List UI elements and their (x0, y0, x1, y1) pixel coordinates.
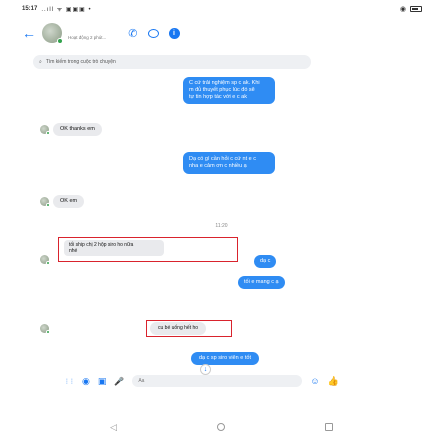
message-timestamp: 11:20 (215, 223, 228, 229)
message-incoming[interactable]: OK thanks em (53, 123, 102, 136)
search-icon: ⌕ (39, 59, 42, 65)
message-outgoing[interactable]: dạ c (254, 255, 277, 268)
online-dot (57, 38, 63, 44)
signal-indicators: ..ıll ᯤ ▣▣▣ • (41, 7, 92, 13)
status-right: ◉ (400, 5, 422, 13)
info-icon[interactable]: i (168, 27, 180, 39)
composer-bar: ⋮⋮ ◉ ▣ 🎤 Aa ☺ 👍 (64, 372, 394, 390)
phone-call-icon[interactable]: ✆ (128, 27, 137, 40)
message-text: dạ c (260, 258, 271, 264)
contact-avatar-small[interactable] (40, 255, 50, 265)
camera-icon[interactable]: ◉ (82, 376, 90, 387)
message-line: C cứ trải nghiệm sp c ak. Khi (189, 80, 260, 86)
video-call-icon[interactable] (147, 28, 159, 38)
message-line: tự tin hợp tác với e c ak (189, 94, 247, 100)
message-line: m đủ thuyết phục lúc đó sẽ (189, 87, 255, 93)
search-in-conversation[interactable]: ⌕ Tìm kiếm trong cuộc trò chuyện (33, 55, 311, 69)
message-input[interactable]: Aa (132, 375, 303, 387)
message-input-placeholder: Aa (138, 378, 145, 384)
message-text: dạ c sp siro viên e tốt (199, 355, 251, 361)
message-outgoing[interactable]: tối e mang c ạ (238, 276, 285, 289)
online-dot (46, 330, 50, 334)
message-text: cu bé uống hết ho (158, 325, 199, 331)
nav-back-icon[interactable]: ◁ (110, 422, 117, 433)
online-dot (46, 131, 50, 135)
online-dot (46, 261, 50, 265)
message-text: OK thanks em (60, 126, 95, 132)
message-line: nhé (69, 248, 78, 254)
search-placeholder: Tìm kiếm trong cuộc trò chuyện (45, 59, 116, 65)
contact-avatar-small[interactable] (40, 324, 50, 334)
message-incoming[interactable]: cu bé uống hết ho (150, 322, 207, 335)
messenger-screen: 15:17 ..ıll ᯤ ▣▣▣ • ◉ ← Hoạt động 2 phút… (0, 0, 443, 443)
like-icon[interactable]: 👍 (328, 376, 339, 387)
contact-info[interactable]: Hoạt động 2 phút... (68, 27, 106, 40)
battery-icon (410, 6, 422, 12)
contact-avatar-small[interactable] (40, 197, 50, 207)
message-line: Dạ có gì cần hỏi c cứ nt e c (189, 156, 256, 162)
message-outgoing[interactable]: Dạ có gì cần hỏi c cứ nt e c nha e cảm ơ… (183, 152, 275, 174)
contact-status: Hoạt động 2 phút... (68, 34, 107, 40)
message-incoming[interactable]: tối ship chị 2 hộp siro ho nữa nhé (64, 240, 164, 256)
emoji-icon[interactable]: ☺ (310, 376, 319, 386)
chat-header: ← Hoạt động 2 phút... ✆ i (22, 20, 422, 46)
more-apps-icon[interactable]: ⋮⋮ (64, 378, 75, 385)
nav-home-icon[interactable] (216, 423, 225, 431)
eye-icon: ◉ (399, 6, 406, 13)
contact-avatar[interactable] (42, 23, 63, 44)
back-arrow-icon[interactable]: ← (22, 25, 38, 41)
message-incoming[interactable]: OK em (53, 195, 85, 208)
message-text: OK em (60, 198, 78, 204)
microphone-icon[interactable]: 🎤 (114, 377, 124, 386)
status-bar: 15:17 ..ıll ᯤ ▣▣▣ • ◉ (22, 2, 422, 16)
online-dot (46, 203, 50, 207)
message-text: tối e mang c ạ (244, 279, 279, 285)
contact-avatar-small[interactable] (40, 125, 50, 135)
nav-recents-icon[interactable] (324, 423, 333, 431)
system-nav-bar: ◁ (0, 420, 443, 434)
status-time: 15:17 (22, 6, 38, 12)
image-icon[interactable]: ▣ (98, 376, 107, 387)
message-outgoing[interactable]: C cứ trải nghiệm sp c ak. Khi m đủ thuyế… (183, 77, 275, 104)
message-outgoing[interactable]: dạ c sp siro viên e tốt (191, 352, 259, 365)
header-actions: ✆ i (128, 27, 180, 40)
message-line: nha e cảm ơn c nhiều ạ (189, 163, 247, 169)
